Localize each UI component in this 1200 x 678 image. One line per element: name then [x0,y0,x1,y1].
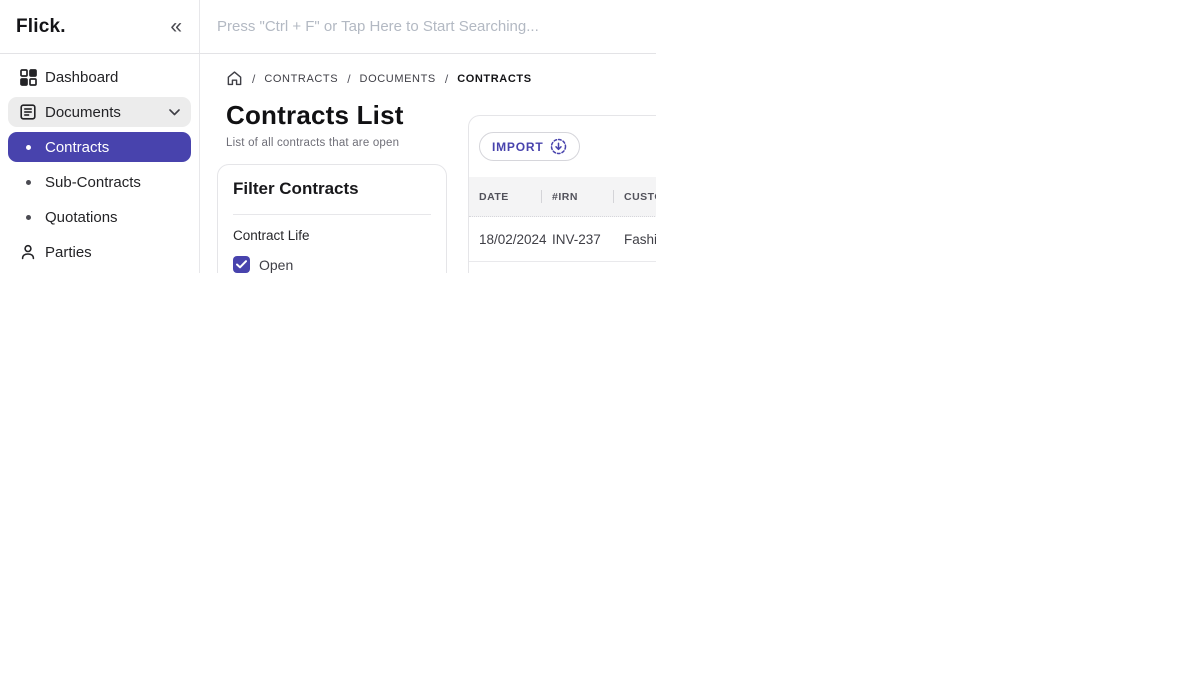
bullet-icon [18,207,38,227]
chevrons-left-icon: « [170,15,182,38]
breadcrumb-separator: / [444,71,449,86]
filter-panel: Filter Contracts Contract Life Open [217,164,447,273]
table-header-row: DATE #IRN CUSTO [469,177,656,217]
sidebar-item-label: Sub-Contracts [45,173,141,191]
breadcrumb-separator: / [252,71,256,86]
document-icon [18,102,38,122]
bullet-icon [18,172,38,192]
global-search-bar [200,0,656,53]
sidebar-item-quotations[interactable]: Quotations [8,202,191,232]
sidebar-header: Flick. « [0,0,200,53]
column-header-irn[interactable]: #IRN [542,191,613,203]
import-button-label: IMPORT [492,139,544,154]
app-window: Flick. « Press "Ctrl + F" or Tap Here to… [0,0,656,273]
sidebar-item-parties[interactable]: Parties [8,237,191,267]
dashboard-icon [18,67,38,87]
cell-customer: Fashio [624,231,656,247]
download-icon [550,138,567,155]
sidebar-item-documents[interactable]: Documents [8,97,191,127]
breadcrumb-item-contracts[interactable]: Contracts [264,73,338,85]
screen: Flick. « Press "Ctrl + F" or Tap Here to… [0,0,1200,678]
sidebar-item-sub-contracts[interactable]: Sub-Contracts [8,167,191,197]
person-icon [18,242,38,262]
home-icon[interactable] [226,70,243,87]
bullet-icon [18,137,38,157]
breadcrumb-separator: / [347,71,351,86]
sidebar-collapse-button[interactable]: « [168,16,184,37]
filter-option-open[interactable]: Open [233,256,431,273]
sidebar-item-label: Dashboard [45,68,119,86]
cell-irn: INV-237 [552,231,601,247]
contracts-table-card: IMPORT DATE #IRN CUST 18/02/2024 INV-237… [468,115,656,273]
sidebar-item-label: Contracts [45,138,110,156]
import-button[interactable]: IMPORT [479,132,581,161]
sidebar-item-label: Quotations [45,208,118,226]
chevron-down-icon [169,108,180,116]
column-header-customer[interactable]: CUSTO [614,191,656,203]
table-row[interactable]: 18/02/2024 INV-237 Fashio [469,217,656,262]
main-content: / Contracts / Documents / Contracts Cont… [200,54,656,273]
filter-panel-title: Filter Contracts [233,179,359,198]
sidebar-nav: Dashboard Documents Contracts Sub-Contra… [0,54,200,273]
sidebar-item-label: Documents [45,103,121,121]
sidebar-item-dashboard[interactable]: Dashboard [8,62,191,92]
top-bar: Flick. « [0,0,656,54]
app-logo: Flick. [16,15,66,37]
content-row: Dashboard Documents Contracts Sub-Contra… [0,54,656,273]
column-header-date[interactable]: DATE [469,191,541,203]
cell-date: 18/02/2024 [479,231,547,247]
checkbox-checked-icon[interactable] [233,256,250,273]
divider [233,214,431,215]
breadcrumb: / Contracts / Documents / Contracts [226,70,656,87]
table-toolbar: IMPORT [469,116,656,177]
filter-section-label: Contract Life [233,228,310,243]
checkbox-label: Open [259,256,294,273]
breadcrumb-item-documents[interactable]: Documents [360,73,436,85]
sidebar-item-contracts[interactable]: Contracts [8,132,191,162]
sidebar-item-label: Parties [45,243,92,261]
search-input[interactable] [200,0,656,53]
breadcrumb-item-current: Contracts [457,72,532,85]
